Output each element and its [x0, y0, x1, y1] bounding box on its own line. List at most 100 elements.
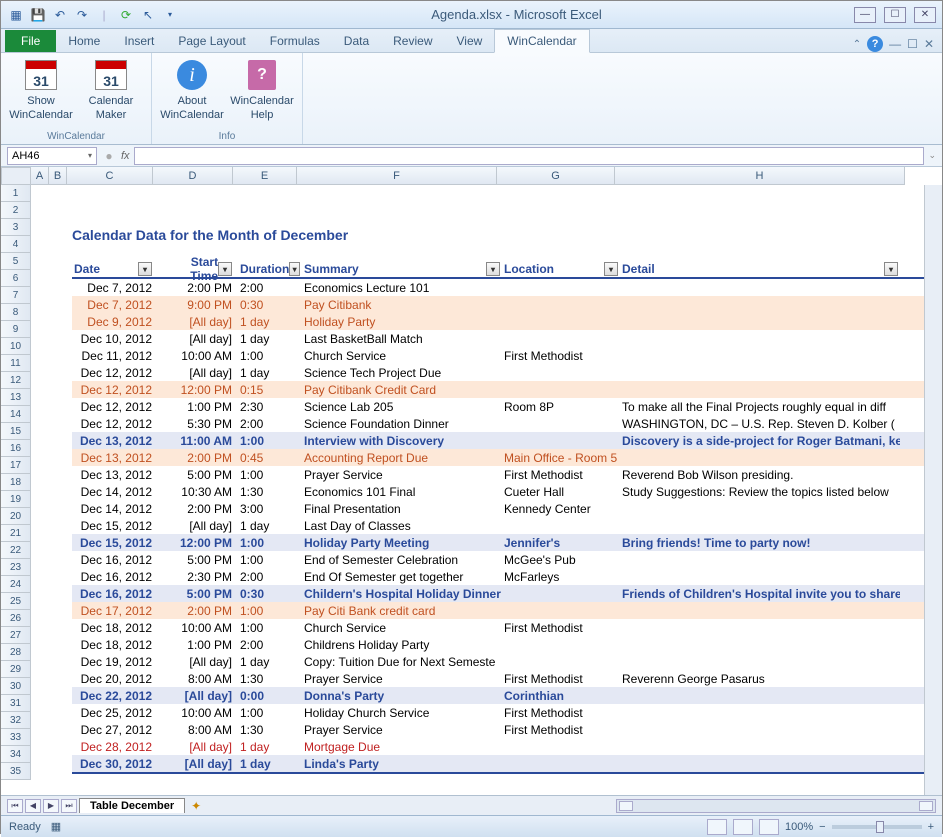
zoom-slider[interactable] [832, 825, 922, 829]
row-header-9[interactable]: 9 [1, 321, 31, 338]
data-tab[interactable]: Data [332, 30, 381, 52]
cell-sum[interactable]: Holiday Church Service [302, 706, 502, 720]
wincalendar-help-button[interactable]: ? WinCalendar Help [232, 57, 292, 131]
cell-date[interactable]: Dec 22, 2012 [72, 689, 158, 703]
cell-date[interactable]: Dec 11, 2012 [72, 349, 158, 363]
cell-sum[interactable]: Prayer Service [302, 468, 502, 482]
macro-icon[interactable]: ▦ [51, 820, 61, 833]
cell-dur[interactable]: 1 day [238, 366, 302, 380]
cell-date[interactable]: Dec 14, 2012 [72, 502, 158, 516]
table-row[interactable]: Dec 14, 201210:30 AM1:30Economics 101 Fi… [72, 483, 942, 500]
table-row[interactable]: Dec 11, 201210:00 AM1:00Church ServiceFi… [72, 347, 942, 364]
col-header-A[interactable]: A [31, 167, 49, 185]
cell-time[interactable]: 12:00 PM [158, 536, 238, 550]
table-row[interactable]: Dec 12, 201212:00 PM0:15Pay Citibank Cre… [72, 381, 942, 398]
table-row[interactable]: Dec 14, 20122:00 PM3:00Final Presentatio… [72, 500, 942, 517]
col-time-header[interactable]: Start Time▾ [158, 261, 238, 277]
col-header-D[interactable]: D [153, 167, 233, 185]
cell-date[interactable]: Dec 15, 2012 [72, 536, 158, 550]
cell-dur[interactable]: 0:45 [238, 451, 302, 465]
cell-loc[interactable]: Room 8P [502, 400, 620, 414]
cell-date[interactable]: Dec 10, 2012 [72, 332, 158, 346]
table-row[interactable]: Dec 12, 20125:30 PM2:00Science Foundatio… [72, 415, 942, 432]
cell-dur[interactable]: 1 day [238, 757, 302, 771]
cell-dur[interactable]: 1:00 [238, 434, 302, 448]
cell-sum[interactable]: Economics Lecture 101 [302, 281, 502, 295]
filter-icon[interactable]: ▾ [486, 262, 500, 276]
row-header-34[interactable]: 34 [1, 746, 31, 763]
cell-date[interactable]: Dec 18, 2012 [72, 638, 158, 652]
page-layout-view-button[interactable] [733, 819, 753, 835]
cell-date[interactable]: Dec 16, 2012 [72, 587, 158, 601]
fx-label[interactable]: fx [121, 150, 130, 162]
table-row[interactable]: Dec 30, 2012[All day]1 dayLinda's Party [72, 755, 942, 772]
normal-view-button[interactable] [707, 819, 727, 835]
row-header-25[interactable]: 25 [1, 593, 31, 610]
cell-sum[interactable]: Mortgage Due [302, 740, 502, 754]
col-header-F[interactable]: F [297, 167, 497, 185]
about-wincalendar-button[interactable]: i About WinCalendar [162, 57, 222, 131]
filter-icon[interactable]: ▾ [884, 262, 898, 276]
cell-dur[interactable]: 1:30 [238, 723, 302, 737]
row-header-19[interactable]: 19 [1, 491, 31, 508]
cell-time[interactable]: 2:30 PM [158, 570, 238, 584]
cell-loc[interactable]: Jennifer's [502, 536, 620, 550]
cell-time[interactable]: 2:00 PM [158, 604, 238, 618]
table-row[interactable]: Dec 15, 201212:00 PM1:00Holiday Party Me… [72, 534, 942, 551]
cell-time[interactable]: 1:00 PM [158, 638, 238, 652]
table-row[interactable]: Dec 16, 20122:30 PM2:00End Of Semester g… [72, 568, 942, 585]
table-row[interactable]: Dec 16, 20125:00 PM1:00End of Semester C… [72, 551, 942, 568]
cell-time[interactable]: 10:00 AM [158, 349, 238, 363]
calendar-maker-button[interactable]: 31 Calendar Maker [81, 57, 141, 131]
cell-loc[interactable]: First Methodist [502, 723, 620, 737]
cursor-icon[interactable]: ↖ [139, 6, 157, 24]
table-row[interactable]: Dec 16, 20125:00 PM0:30Childern's Hospit… [72, 585, 942, 602]
row-header-28[interactable]: 28 [1, 644, 31, 661]
col-header-C[interactable]: C [67, 167, 153, 185]
cell-sum[interactable]: Holiday Party [302, 315, 502, 329]
cell-date[interactable]: Dec 19, 2012 [72, 655, 158, 669]
undo-icon[interactable]: ↶ [51, 6, 69, 24]
row-header-24[interactable]: 24 [1, 576, 31, 593]
filter-icon[interactable]: ▾ [218, 262, 232, 276]
cell-dur[interactable]: 1:00 [238, 604, 302, 618]
cell-sum[interactable]: Interview with Discovery [302, 434, 502, 448]
cell-loc[interactable]: McGee's Pub [502, 553, 620, 567]
table-row[interactable]: Dec 27, 20128:00 AM1:30Prayer ServiceFir… [72, 721, 942, 738]
row-header-13[interactable]: 13 [1, 389, 31, 406]
cell-sum[interactable]: End of Semester Celebration [302, 553, 502, 567]
cell-sum[interactable]: Final Presentation [302, 502, 502, 516]
row-header-18[interactable]: 18 [1, 474, 31, 491]
cell-time[interactable]: [All day] [158, 315, 238, 329]
save-icon[interactable]: 💾 [29, 6, 47, 24]
table-row[interactable]: Dec 18, 20121:00 PM2:00Childrens Holiday… [72, 636, 942, 653]
cell-time[interactable]: 2:00 PM [158, 451, 238, 465]
row-header-3[interactable]: 3 [1, 219, 31, 236]
cell-det[interactable]: Bring friends! Time to party now! [620, 536, 900, 550]
show-wincalendar-button[interactable]: 31 Show WinCalendar [11, 57, 71, 131]
sheet-tab[interactable]: Table December [79, 798, 185, 813]
table-row[interactable]: Dec 22, 2012[All day]0:00Donna's PartyCo… [72, 687, 942, 704]
cell-time[interactable]: 2:00 PM [158, 502, 238, 516]
row-header-5[interactable]: 5 [1, 253, 31, 270]
cell-dur[interactable]: 2:00 [238, 570, 302, 584]
refresh-icon[interactable]: ⟳ [117, 6, 135, 24]
formula-input[interactable] [134, 147, 925, 165]
row-header-2[interactable]: 2 [1, 202, 31, 219]
cell-sum[interactable]: Pay Citi Bank credit card [302, 604, 502, 618]
cell-time[interactable]: 11:00 AM [158, 434, 238, 448]
cell-date[interactable]: Dec 12, 2012 [72, 400, 158, 414]
cell-date[interactable]: Dec 13, 2012 [72, 451, 158, 465]
table-row[interactable]: Dec 12, 20121:00 PM2:30Science Lab 205Ro… [72, 398, 942, 415]
cell-dur[interactable]: 1:00 [238, 553, 302, 567]
cell-time[interactable]: 5:00 PM [158, 587, 238, 601]
cell-sum[interactable]: Childern's Hospital Holiday Dinner [302, 587, 502, 601]
zoom-level[interactable]: 100% [785, 821, 813, 833]
cell-dur[interactable]: 1:00 [238, 706, 302, 720]
cell-dur[interactable]: 1:00 [238, 536, 302, 550]
table-row[interactable]: Dec 28, 2012[All day]1 dayMortgage Due [72, 738, 942, 755]
cell-sum[interactable]: Prayer Service [302, 723, 502, 737]
cell-time[interactable]: [All day] [158, 519, 238, 533]
home-tab[interactable]: Home [56, 30, 112, 52]
row-header-27[interactable]: 27 [1, 627, 31, 644]
